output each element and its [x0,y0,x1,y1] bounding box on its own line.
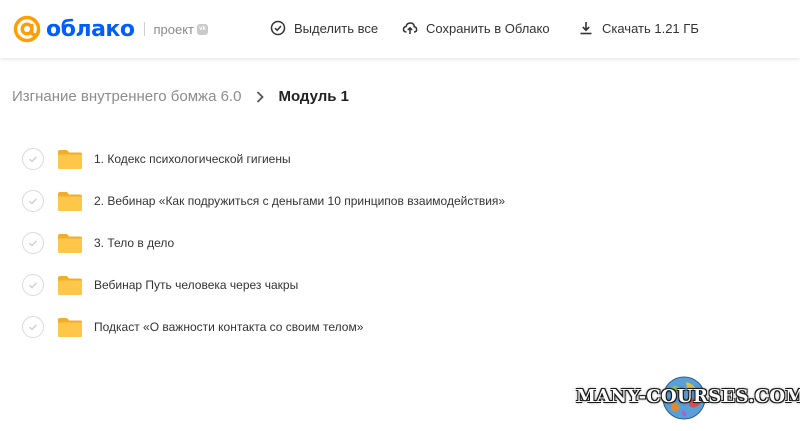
check-icon [29,156,38,163]
check-icon [29,198,38,205]
check-icon [29,240,38,247]
folder-icon [58,191,82,211]
watermark: MANY-COURSES.COM [572,372,800,424]
download-button[interactable]: Скачать 1.21 ГБ [578,20,699,36]
download-label: Скачать 1.21 ГБ [602,20,699,36]
at-sign-icon [13,15,41,43]
folder-icon [58,233,82,253]
save-to-cloud-button[interactable]: Сохранить в Облако [402,20,550,36]
vk-icon: vk [197,23,209,35]
list-item[interactable]: Подкаст «О важности контакта со своим те… [22,306,782,348]
folder-name[interactable]: 1. Кодекс психологической гигиены [94,152,291,166]
folder-name[interactable]: 2. Вебинар «Как подружиться с деньгами 1… [94,194,505,208]
list-item[interactable]: 2. Вебинар «Как подружиться с деньгами 1… [22,180,782,222]
logo-text: облако [46,16,135,42]
breadcrumb-current: Модуль 1 [278,88,350,105]
chevron-right-icon [257,90,265,103]
folder-icon [58,275,82,295]
download-icon [580,22,592,35]
check-circle-icon [270,20,286,36]
row-checkbox[interactable] [22,232,44,254]
check-icon [29,324,38,331]
list-item[interactable]: 3. Тело в дело [22,222,782,264]
check-icon [29,282,38,289]
select-all-button[interactable]: Выделить все [270,20,378,36]
watermark-text: MANY-COURSES.COM [576,386,800,407]
list-item[interactable]: 1. Кодекс психологической гигиены [22,138,782,180]
top-bar: облако проект vk Выделить все Сохранить … [0,0,800,58]
row-checkbox[interactable] [22,148,44,170]
list-item[interactable]: Вебинар Путь человека через чакры [22,264,782,306]
save-to-cloud-label: Сохранить в Облако [426,20,550,36]
breadcrumb-parent-link[interactable]: Изгнание внутреннего бомжа 6.0 [12,88,241,105]
folder-name[interactable]: Подкаст «О важности контакта со своим те… [94,320,363,334]
folder-name[interactable]: 3. Тело в дело [94,236,174,250]
folder-icon [58,149,82,169]
folder-list: 1. Кодекс психологической гигиены 2. Веб… [22,138,782,348]
folder-name[interactable]: Вебинар Путь человека через чакры [94,278,298,292]
logo-divider [144,22,146,36]
cloud-upload-icon [402,22,418,34]
cloud-logo[interactable]: облако проект vk [12,14,209,44]
select-all-label: Выделить все [294,20,379,36]
project-label: проект [153,21,195,37]
row-checkbox[interactable] [22,274,44,296]
breadcrumb: Изгнание внутреннего бомжа 6.0 Модуль 1 [12,88,349,105]
row-checkbox[interactable] [22,190,44,212]
folder-icon [58,317,82,337]
row-checkbox[interactable] [22,316,44,338]
